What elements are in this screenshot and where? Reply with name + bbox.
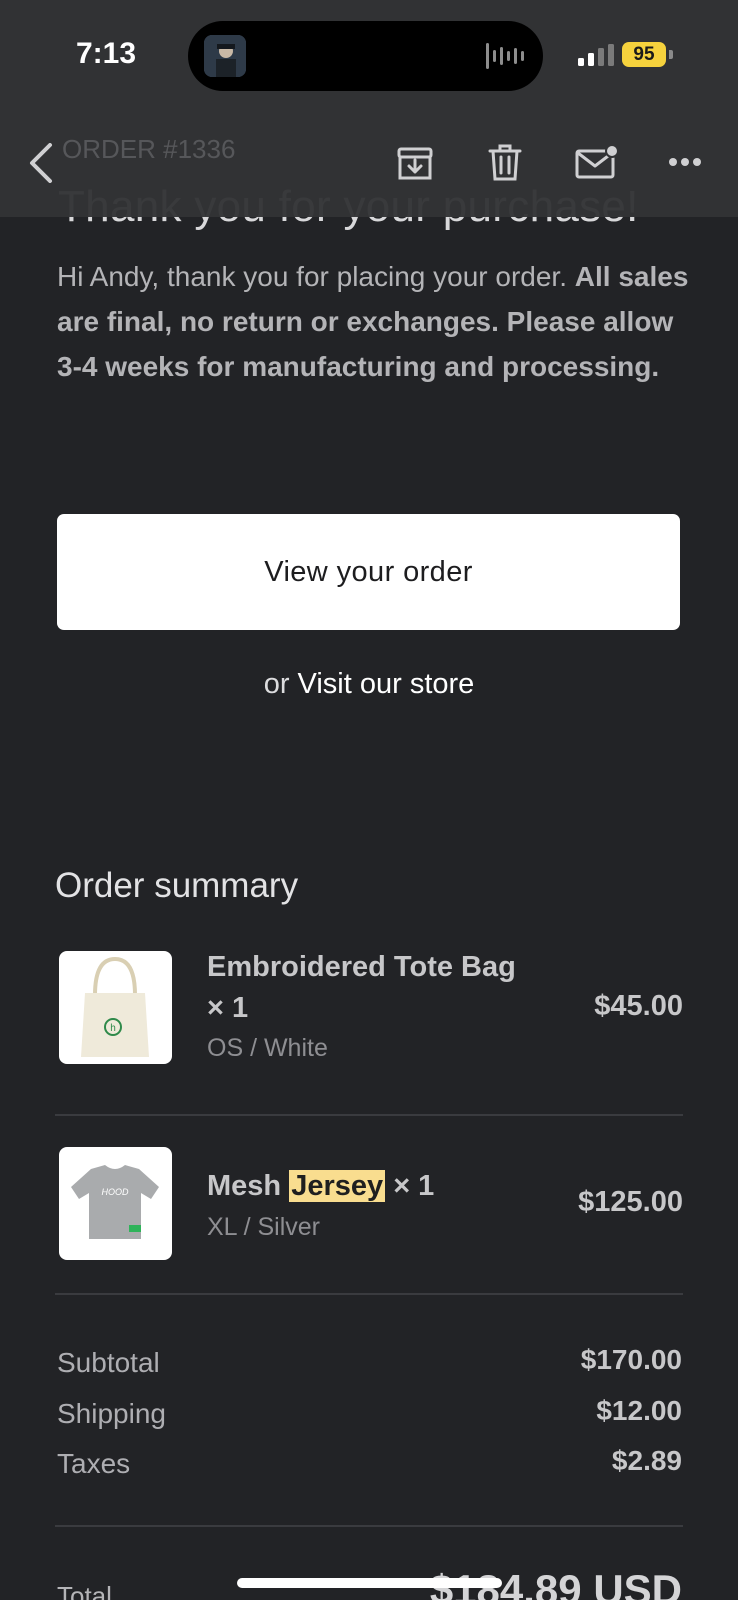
chevron-left-icon[interactable]: [28, 143, 54, 183]
tote-bag-image: h: [59, 951, 172, 1064]
more-icon[interactable]: [668, 157, 702, 167]
taxes-value: $2.89: [611, 1445, 682, 1476]
status-time: 7:13: [76, 37, 137, 70]
item-variant: OS / White: [207, 1034, 328, 1062]
mail-header: ORDER #1336 7:13 95: [0, 0, 738, 217]
item-name: Mesh Jersey × 1: [207, 1170, 435, 1202]
item-variant: XL / Silver: [207, 1213, 321, 1241]
audio-wave-icon: [486, 43, 524, 69]
dynamic-island[interactable]: [188, 21, 543, 91]
battery-icon: 95: [622, 42, 666, 67]
svg-text:HOOD: HOOD: [102, 1187, 130, 1197]
mail-unread-icon[interactable]: [575, 143, 619, 181]
subtotal-value: $170.00: [580, 1344, 682, 1375]
item-name: Embroidered Tote Bag × 1: [207, 951, 516, 1024]
visit-store-line: or Visit our store: [0, 668, 738, 701]
total-label: Total: [57, 1581, 112, 1600]
trash-icon[interactable]: [488, 143, 522, 181]
shipping-label: Shipping: [57, 1398, 166, 1429]
shipping-value: $12.00: [596, 1395, 682, 1426]
cellular-signal-icon: [578, 44, 614, 66]
intro-text: Hi Andy, thank you for placing your orde…: [57, 261, 575, 292]
order-item: h Embroidered Tote Bag × 1 OS / White $45…: [57, 951, 683, 1066]
view-order-button[interactable]: View your order: [57, 514, 680, 630]
email-content: Thank you for your purchase! Hi Andy, th…: [0, 0, 738, 1600]
battery-nub: [669, 50, 673, 59]
intro-paragraph: Hi Andy, thank you for placing your orde…: [57, 254, 697, 389]
order-summary-title: Order summary: [55, 866, 299, 905]
or-text: or: [263, 668, 298, 700]
subtotal-label: Subtotal: [57, 1347, 160, 1378]
order-item: HOOD Mesh Jersey × 1 XL / Silver $125.00: [57, 1147, 683, 1262]
taxes-label: Taxes: [57, 1448, 131, 1479]
mesh-jersey-image: HOOD: [59, 1147, 172, 1260]
item-price: $125.00: [578, 1186, 683, 1218]
divider: [55, 1114, 683, 1116]
album-art-icon: [204, 35, 246, 77]
divider: [55, 1525, 683, 1527]
visit-store-link[interactable]: Visit our store: [298, 668, 475, 700]
search-highlight: Jersey: [289, 1170, 386, 1202]
home-indicator[interactable]: [237, 1578, 502, 1588]
divider: [55, 1293, 683, 1295]
archive-icon[interactable]: [397, 143, 433, 181]
svg-text:h: h: [110, 1023, 116, 1034]
item-price: $45.00: [594, 990, 683, 1022]
email-subject-faded: ORDER #1336: [62, 134, 236, 164]
